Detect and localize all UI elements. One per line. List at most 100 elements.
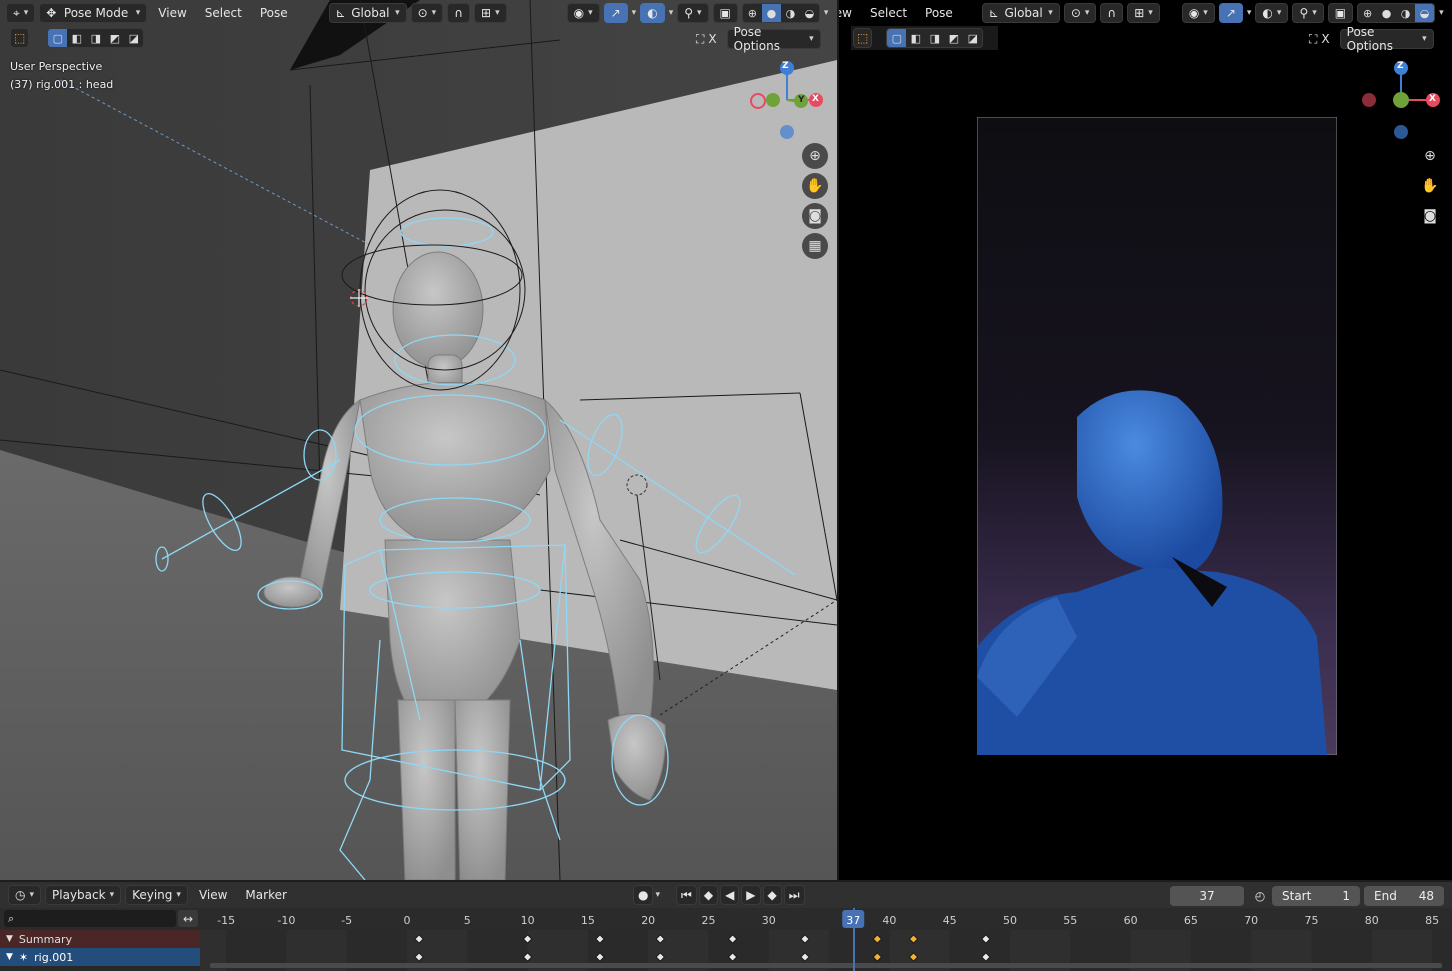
snap-toggle-right[interactable]: ∩: [1100, 3, 1124, 23]
transform-orientation-dropdown-right[interactable]: ⊾ Global ▾: [981, 3, 1060, 23]
channel-rig[interactable]: ▼ ✶ rig.001: [0, 948, 200, 966]
pose-options-dropdown[interactable]: Pose Options ▾: [726, 25, 821, 53]
shading-dropdown-caret[interactable]: ▾: [824, 8, 829, 18]
select-invert-icon[interactable]: ◩: [105, 29, 124, 47]
gizmo-dropdown-caret-right[interactable]: ▾: [1247, 8, 1252, 18]
camera-view-button[interactable]: ◙: [802, 203, 828, 229]
select-subtract-icon-right[interactable]: ◨: [925, 29, 944, 47]
rig-keyframe[interactable]: [595, 952, 605, 962]
menu-select[interactable]: Select: [198, 3, 249, 23]
snap-target-dropdown[interactable]: ⊞ ▾: [474, 3, 507, 23]
select-subtract-icon[interactable]: ◨: [86, 29, 105, 47]
editor-type-button[interactable]: ⌖ ▾: [6, 3, 36, 23]
ruler-label: 55: [1063, 914, 1077, 927]
summary-keyframe[interactable]: [728, 934, 738, 944]
playhead-line[interactable]: [853, 908, 855, 971]
timeline-editor-type-button[interactable]: ◷ ▾: [8, 885, 42, 905]
select-extend-icon-right[interactable]: ◧: [906, 29, 925, 47]
menu-select-right[interactable]: Select: [863, 3, 914, 23]
play-reverse-button[interactable]: ◀: [720, 885, 740, 905]
navigation-gizmo[interactable]: [745, 58, 835, 148]
rig-keyframe[interactable]: [872, 952, 882, 962]
overlays-dropdown-caret[interactable]: ▾: [669, 8, 674, 18]
camera-view-button-right[interactable]: ◙: [1417, 203, 1443, 229]
pivot-point-dropdown-right[interactable]: ⊙ ▾: [1063, 3, 1097, 23]
overlays-toggle-right[interactable]: ◐ ▾: [1255, 3, 1289, 23]
wireframe-shading-icon[interactable]: ⊕: [743, 4, 762, 22]
jump-end-button[interactable]: ⏭: [783, 885, 805, 905]
prev-keyframe-button[interactable]: ◆: [698, 885, 719, 905]
timeline-view-menu[interactable]: View: [192, 885, 234, 905]
solid-shading-icon-right[interactable]: ●: [1377, 4, 1396, 22]
pivot-point-dropdown[interactable]: ⊙ ▾: [410, 3, 444, 23]
overlays-toggle[interactable]: ◐: [640, 3, 665, 23]
material-shading-icon[interactable]: ◑: [781, 4, 800, 22]
pose-options-dropdown-right[interactable]: Pose Options ▾: [1339, 25, 1434, 53]
current-frame-field[interactable]: 37: [1170, 886, 1244, 906]
select-extend-icon[interactable]: ◧: [67, 29, 86, 47]
shading-dropdown-caret-right[interactable]: ▾: [1439, 8, 1444, 18]
channel-summary[interactable]: ▼ Summary: [0, 930, 200, 948]
rig-keyframe[interactable]: [728, 952, 738, 962]
timeline-ruler[interactable]: ⌕ ↔ -15 -10 -5 0 5 10 15 20 25 30 40 45 50 55 60 65 70 75…: [0, 908, 1452, 930]
select-invert-icon-right[interactable]: ◩: [944, 29, 963, 47]
bone-overlay-dropdown-right[interactable]: ⚲ ▾: [1292, 3, 1324, 23]
gizmo-dropdown-caret[interactable]: ▾: [632, 8, 637, 18]
rendered-shading-icon[interactable]: ◒: [800, 4, 819, 22]
preview-range-icon[interactable]: ◴: [1250, 886, 1270, 906]
jump-start-button[interactable]: ⏮: [676, 885, 697, 905]
rendered-shading-icon-right[interactable]: ◒: [1415, 4, 1435, 22]
auto-key-caret[interactable]: ▾: [655, 890, 660, 900]
visibility-dropdown[interactable]: ◉ ▾: [566, 3, 600, 23]
summary-keyframe[interactable]: [872, 934, 882, 944]
auto-key-button[interactable]: ●: [633, 885, 654, 905]
pan-button-right[interactable]: ✋: [1417, 173, 1443, 199]
xray-toggle[interactable]: ▣: [712, 3, 738, 23]
snap-toggle[interactable]: ∩: [447, 3, 470, 23]
next-keyframe-button[interactable]: ◆: [762, 885, 782, 905]
gizmo-toggle-right[interactable]: ↗: [1218, 3, 1243, 23]
gizmo-toggle[interactable]: ↗: [603, 3, 628, 23]
jump-end-icon: ⏭: [788, 887, 800, 902]
select-intersect-icon-right[interactable]: ◪: [963, 29, 982, 47]
play-button[interactable]: ▶: [741, 885, 761, 905]
menu-view-right[interactable]: View: [839, 3, 859, 23]
select-tool-button[interactable]: ⬚: [10, 28, 30, 48]
menu-pose[interactable]: Pose: [253, 3, 295, 23]
pan-button[interactable]: ✋: [802, 173, 828, 199]
horizontal-scrollbar[interactable]: [210, 963, 1442, 968]
wireframe-shading-icon-right[interactable]: ⊕: [1358, 4, 1377, 22]
end-frame-field[interactable]: End 48: [1364, 886, 1444, 906]
summary-keyframe[interactable]: [595, 934, 605, 944]
summary-keyframe[interactable]: [981, 934, 991, 944]
start-frame-field[interactable]: Start 1: [1272, 886, 1360, 906]
keyframe-area[interactable]: [200, 930, 1452, 971]
snap-target-dropdown-right[interactable]: ⊞ ▾: [1127, 3, 1160, 23]
right-camera-viewport[interactable]: View Select Pose ⊾ Global ▾ ⊙▾ ∩ ⊞▾ ◉▾ ↗…: [839, 0, 1452, 880]
menu-view[interactable]: View: [151, 3, 193, 23]
select-new-icon-right[interactable]: ▢: [887, 29, 907, 47]
transform-orientation-dropdown[interactable]: ⊾ Global ▾: [328, 3, 407, 23]
bone-overlay-dropdown[interactable]: ⚲ ▾: [677, 3, 709, 23]
area-divider[interactable]: [837, 0, 839, 882]
zoom-button-right[interactable]: ⊕: [1417, 143, 1443, 169]
zoom-button[interactable]: ⊕: [802, 143, 828, 169]
visibility-dropdown-right[interactable]: ◉ ▾: [1181, 3, 1215, 23]
x-mirror-toggle-right[interactable]: X: [1321, 32, 1335, 46]
material-shading-icon-right[interactable]: ◑: [1396, 4, 1415, 22]
select-tool-button-right[interactable]: ⬚: [853, 28, 873, 48]
xray-icon: ▣: [719, 6, 731, 20]
select-new-icon[interactable]: ▢: [48, 29, 68, 47]
x-mirror-toggle[interactable]: X: [708, 32, 722, 46]
playback-menu[interactable]: Playback ▾: [45, 885, 122, 905]
mode-dropdown[interactable]: ✥ Pose Mode ▾: [39, 3, 148, 23]
ortho-toggle-button[interactable]: ▦: [802, 233, 828, 259]
keying-menu[interactable]: Keying ▾: [125, 885, 188, 905]
rig-keyframe[interactable]: [981, 952, 991, 962]
menu-pose-right[interactable]: Pose: [918, 3, 960, 23]
left-3d-viewport[interactable]: ⌖ ▾ ✥ Pose Mode ▾ View Select Pose ⊾ Glob…: [0, 0, 837, 880]
solid-shading-icon[interactable]: ●: [761, 4, 781, 22]
select-intersect-icon[interactable]: ◪: [124, 29, 143, 47]
marker-menu[interactable]: Marker: [238, 885, 293, 905]
xray-toggle-right[interactable]: ▣: [1327, 3, 1354, 23]
